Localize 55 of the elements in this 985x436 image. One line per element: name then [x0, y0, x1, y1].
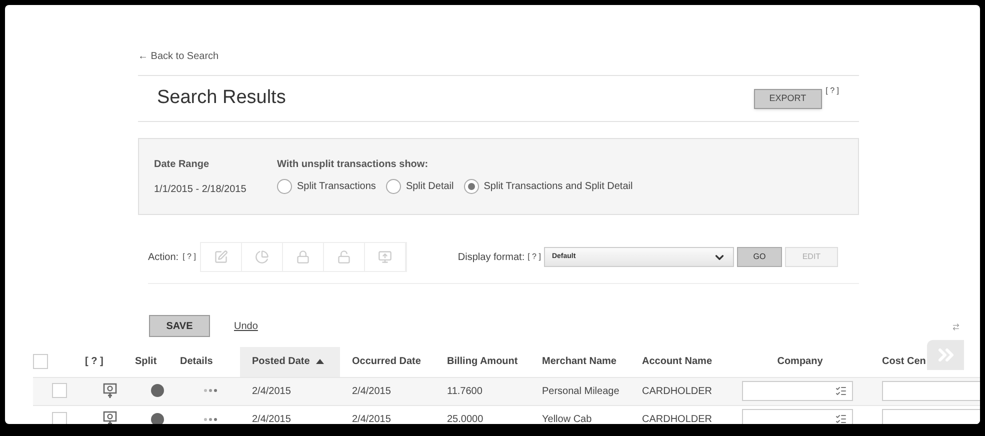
- save-button[interactable]: SAVE: [149, 315, 210, 337]
- column-header[interactable]: Occurred Date: [340, 347, 435, 377]
- help-link[interactable]: [ ? ]: [528, 251, 541, 263]
- lock-icon: [296, 250, 310, 264]
- pencil-icon: [214, 250, 228, 264]
- column-header[interactable]: Posted Date: [240, 347, 340, 377]
- row-checkbox[interactable]: [52, 383, 66, 398]
- column-header[interactable]: [ ? ]: [85, 347, 135, 377]
- table-cell: Personal Mileage: [542, 386, 620, 396]
- details-icon[interactable]: [204, 389, 216, 392]
- row-checkbox[interactable]: [52, 412, 66, 424]
- table-cell: 2/4/2015: [252, 386, 291, 396]
- table-cell: CARDHOLDER: [642, 386, 712, 396]
- go-button[interactable]: GO: [736, 247, 782, 267]
- resize-columns-icon[interactable]: [952, 323, 960, 331]
- back-link[interactable]: ← Back to Search: [138, 51, 219, 62]
- radio-button[interactable]: [464, 179, 479, 194]
- column-header[interactable]: Details: [180, 347, 240, 377]
- cost-center-field[interactable]: [882, 381, 980, 401]
- column-header[interactable]: Split: [135, 347, 180, 377]
- action-label: Action:: [148, 250, 179, 264]
- table-cell: 2/4/2015: [352, 414, 391, 424]
- radio-button[interactable]: [386, 179, 401, 194]
- column-header[interactable]: Company: [730, 347, 870, 377]
- page-title: Search Results: [157, 86, 286, 110]
- unlock-icon: [336, 250, 351, 264]
- radio-option[interactable]: Split Transactions: [277, 179, 376, 194]
- table-cell: 25.0000: [447, 414, 484, 424]
- company-field[interactable]: [742, 381, 853, 401]
- display-format-label: Display format:: [458, 250, 525, 264]
- radio-button[interactable]: [277, 179, 292, 194]
- column-header[interactable]: Cost Cen: [870, 347, 980, 377]
- help-link[interactable]: [ ? ]: [826, 84, 839, 96]
- details-icon[interactable]: [204, 418, 216, 421]
- column-header[interactable]: Account Name: [630, 347, 730, 377]
- table-cell: Yellow Cab: [542, 414, 592, 424]
- radio-option[interactable]: Split Detail: [386, 179, 454, 194]
- table-cell: 2/4/2015: [352, 386, 391, 396]
- undo-link[interactable]: Undo: [234, 318, 258, 334]
- table-cell: 2/4/2015: [252, 414, 291, 424]
- list-icon[interactable]: [835, 385, 847, 397]
- list-icon[interactable]: [835, 413, 847, 424]
- radio-option[interactable]: Split Transactions and Split Detail: [464, 179, 633, 194]
- date-range-label: Date Range: [154, 158, 210, 172]
- help-link[interactable]: [ ? ]: [182, 251, 196, 263]
- company-field[interactable]: [742, 409, 853, 424]
- table-cell: 11.7600: [447, 386, 482, 396]
- select-all-checkbox[interactable]: [33, 354, 48, 370]
- column-header[interactable]: Billing Amount: [435, 347, 530, 377]
- table-cell: CARDHOLDER: [642, 414, 712, 424]
- column-header[interactable]: Merchant Name: [530, 347, 630, 377]
- pie-icon: [254, 250, 269, 264]
- date-range-value: 1/1/2015 - 2/18/2015: [154, 183, 248, 197]
- export-button[interactable]: EXPORT: [754, 88, 822, 108]
- show-label: With unsplit transactions show:: [277, 158, 430, 172]
